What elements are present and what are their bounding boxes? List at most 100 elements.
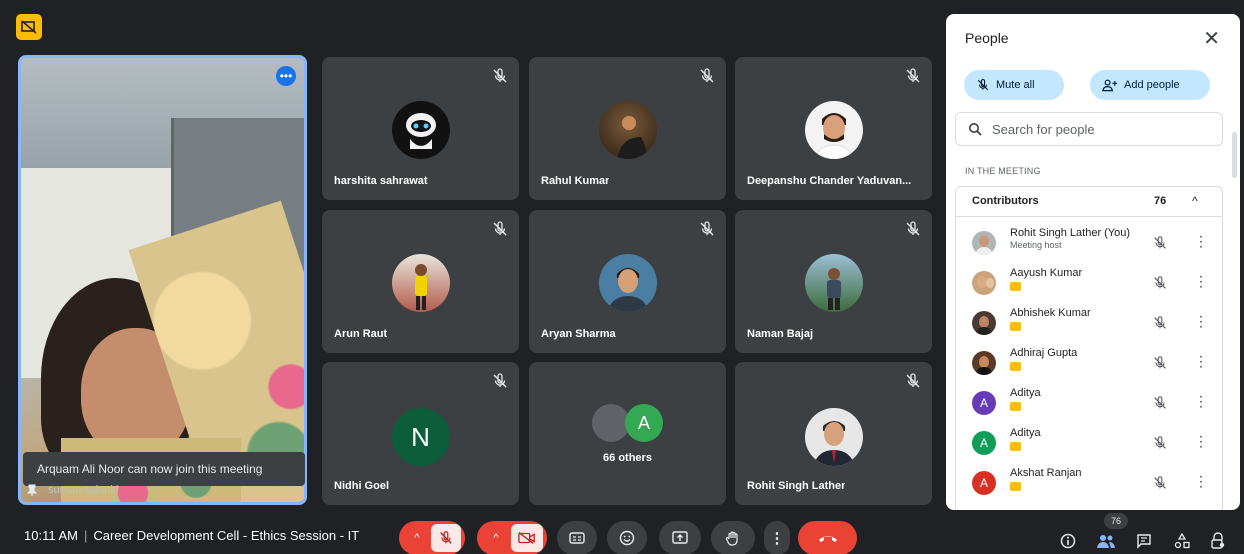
join-notification-toast: Arquam Ali Noor can now join this meetin… [23, 452, 305, 486]
mic-off-icon[interactable] [1152, 355, 1168, 371]
presenting-tag-icon [1010, 442, 1021, 451]
avatar [972, 231, 996, 255]
present-button[interactable] [659, 521, 701, 554]
avatar [972, 271, 996, 295]
meeting-info: 10:11 AM | Career Development Cell - Ethic… [24, 528, 359, 543]
clock-time: 10:11 AM [24, 528, 78, 543]
presenting-tag-icon [1010, 402, 1021, 411]
participant-tile[interactable]: Naman Bajaj [735, 210, 932, 353]
more-vert-icon[interactable]: ⋮ [1194, 393, 1208, 410]
participant-tile[interactable]: Rohit Singh Lather [735, 362, 932, 505]
more-vert-icon[interactable]: ⋮ [1194, 273, 1208, 290]
reactions-button[interactable] [607, 521, 647, 554]
captions-button[interactable] [557, 521, 597, 554]
list-item[interactable]: Adhiraj Gupta ⋮ [956, 343, 1222, 383]
chat-button[interactable] [1134, 531, 1154, 551]
more-vert-icon[interactable]: ⋮ [1194, 313, 1208, 330]
avatar: A [972, 391, 996, 415]
lock-person-icon [1211, 532, 1225, 549]
others-avatar-front: A [625, 404, 663, 442]
list-item[interactable]: Rohit Singh Lather (You) Meeting host ⋮ [956, 223, 1222, 263]
participant-name: Deepanshu Chander Yaduvan... [747, 175, 912, 187]
list-item[interactable]: Aayush Kumar ⋮ [956, 263, 1222, 303]
leave-call-button[interactable] [798, 521, 857, 554]
activities-icon [1174, 533, 1190, 549]
list-item[interactable]: A Aditya ⋮ [956, 423, 1222, 463]
participant-tile[interactable]: Deepanshu Chander Yaduvan... [735, 57, 932, 200]
camera-options-chevron-icon[interactable]: ^ [481, 532, 511, 544]
avatar-initial: N [411, 421, 430, 452]
participant-tile[interactable]: harshita sahrawat [322, 57, 519, 200]
participant-tile[interactable]: Arun Raut [322, 210, 519, 353]
participant-tile[interactable]: Rahul Kumar [529, 57, 726, 200]
info-icon [1060, 533, 1076, 549]
people-panel: People ✕ Mute all Add people Search for … [946, 14, 1240, 510]
panel-title: People [965, 30, 1009, 46]
group-count: 76 [1154, 195, 1167, 207]
raise-hand-button[interactable] [711, 521, 755, 554]
participant-name: Aditya [1010, 387, 1041, 399]
contributors-header[interactable]: Contributors 76 ^ [956, 187, 1222, 217]
host-controls-button[interactable] [1208, 531, 1228, 551]
photo-avatar [804, 408, 863, 466]
add-people-button[interactable]: Add people [1090, 70, 1210, 100]
more-vert-icon[interactable]: ⋮ [1194, 433, 1208, 450]
photo-avatar [391, 254, 450, 312]
camera-toggle-button[interactable] [511, 524, 543, 552]
close-panel-button[interactable]: ✕ [1203, 26, 1220, 51]
mic-off-icon[interactable] [1152, 275, 1168, 291]
spotlight-name-label: suman solanki [26, 484, 118, 496]
presenting-tag-icon [1010, 362, 1021, 371]
presenting-tag-icon [1010, 482, 1021, 491]
avatar: A [972, 471, 996, 495]
photo-avatar [804, 101, 863, 159]
mute-all-label: Mute all [996, 79, 1035, 91]
mute-all-button[interactable]: Mute all [964, 70, 1064, 100]
spotlight-video-tile[interactable]: ••• [18, 55, 307, 505]
group-label: Contributors [972, 195, 1039, 207]
mic-off-icon[interactable] [1152, 315, 1168, 331]
presentation-off-badge[interactable] [16, 14, 42, 40]
participant-name: Arun Raut [334, 328, 388, 340]
mic-off-icon[interactable] [1152, 475, 1168, 491]
people-button[interactable] [1096, 531, 1116, 551]
screen-off-icon [21, 20, 37, 34]
participant-name: Naman Bajaj [747, 328, 814, 340]
more-vert-icon[interactable]: ⋮ [1194, 233, 1208, 250]
list-item[interactable]: A Akshat Ranjan ⋮ [956, 463, 1222, 503]
others-tile[interactable]: A 66 others [529, 362, 726, 505]
more-vert-icon[interactable]: ⋮ [1194, 353, 1208, 370]
avatar [972, 351, 996, 375]
presenting-tag-icon [1010, 322, 1021, 331]
participant-tile[interactable]: Aryan Sharma [529, 210, 726, 353]
avatar [972, 311, 996, 335]
mic-off-icon [700, 68, 714, 83]
mic-toggle-button[interactable] [431, 524, 461, 552]
list-item[interactable]: A Aditya ⋮ [956, 383, 1222, 423]
camera-off-icon [518, 532, 535, 544]
robot-avatar [391, 101, 450, 159]
mic-off-icon[interactable] [1152, 435, 1168, 451]
activities-button[interactable] [1172, 531, 1192, 551]
meeting-details-button[interactable] [1058, 531, 1078, 551]
more-options-button[interactable]: ••• [276, 66, 296, 86]
participant-tile[interactable]: N Nidhi Goel [322, 362, 519, 505]
more-vert-icon[interactable]: ⋮ [1194, 473, 1208, 490]
mic-options-chevron-icon[interactable]: ^ [403, 532, 431, 544]
people-icon [1097, 535, 1115, 548]
captions-icon [569, 532, 585, 544]
mic-off-icon[interactable] [1152, 235, 1168, 251]
search-icon [969, 123, 982, 136]
chevron-up-icon[interactable]: ^ [1192, 194, 1198, 208]
search-input[interactable]: Search for people [955, 112, 1223, 146]
more-options-button[interactable]: ⋮ [764, 521, 790, 554]
mic-off-icon [493, 373, 507, 388]
chat-icon [1137, 534, 1151, 549]
list-item[interactable]: Abhishek Kumar ⋮ [956, 303, 1222, 343]
mic-control-group: ^ [399, 521, 465, 554]
separator: | [83, 528, 88, 543]
panel-scrollbar[interactable] [1232, 132, 1237, 178]
section-label: IN THE MEETING [965, 166, 1041, 176]
mic-off-icon[interactable] [1152, 395, 1168, 411]
camera-control-group: ^ [477, 521, 547, 554]
